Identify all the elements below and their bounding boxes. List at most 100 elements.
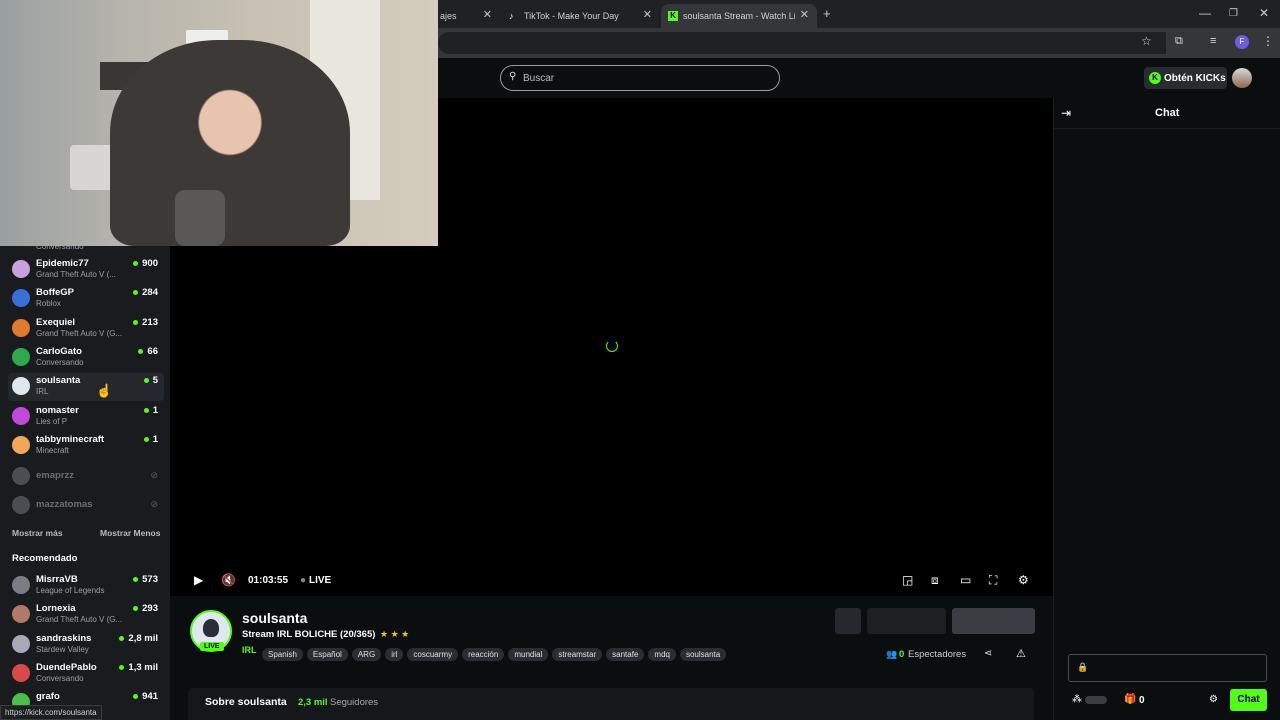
viewer-count: 573 (142, 574, 158, 585)
offline-eye-icon: ⊘ (150, 499, 158, 509)
mouse-cursor-icon: ☝ (96, 383, 113, 398)
report-warning-icon[interactable]: ⚠ (1016, 647, 1026, 660)
sidebar-channel-item[interactable]: CarloGato Conversando 66 (8, 344, 164, 372)
tag-chip[interactable]: reacción (462, 648, 505, 661)
browser-tab-tiktok[interactable]: ♪ TikTok - Make Your Day ✕ (502, 4, 660, 28)
browser-tab[interactable]: ajes ✕ (438, 4, 500, 28)
sidebar-channel-item[interactable]: Epidemic77 Grand Theft Auto V (... 900 (8, 256, 164, 284)
channel-avatar (12, 377, 30, 396)
restore-icon[interactable]: ❐ (1229, 8, 1238, 19)
tag-chip[interactable]: mundial (508, 648, 549, 661)
offline-channel-item[interactable]: mazzatomas ⊘ (8, 492, 164, 520)
channel-category: Grand Theft Auto V (G... (36, 615, 123, 625)
close-tab-icon[interactable]: ✕ (483, 8, 492, 21)
search-box[interactable]: ⚲ (500, 65, 780, 91)
close-tab-icon[interactable]: ✕ (643, 8, 652, 21)
url-field[interactable] (438, 32, 1166, 54)
browser-tab-kick[interactable]: K soulsanta Stream - Watch Live o ✕ (661, 4, 817, 28)
sidebar-channel-item[interactable]: MisrraVB League of Legends 573 (8, 572, 164, 600)
live-dot-icon (133, 694, 139, 700)
collapse-chat-icon[interactable]: ⇥ (1061, 106, 1071, 120)
new-tab-button[interactable]: + (823, 6, 831, 21)
close-tab-icon[interactable]: ✕ (800, 8, 809, 21)
gift-count: 0 (1139, 695, 1145, 706)
channel-avatar (12, 496, 30, 514)
browser-menu-icon[interactable]: ⋮ (1262, 34, 1274, 48)
sidebar-channel-item[interactable]: nomaster Lies of P 1 (8, 403, 164, 431)
user-avatar[interactable] (1232, 68, 1252, 88)
sidebar-channel-item[interactable]: tabbyminecraft Minecraft 1 (8, 432, 164, 460)
bookmark-star-icon[interactable]: ☆ (1141, 34, 1152, 48)
mini-player-icon[interactable]: ◲ (902, 573, 913, 587)
channel-category: Grand Theft Auto V (... (36, 270, 116, 279)
status-url-bar: https://kick.com/soulsanta (0, 705, 102, 720)
settings-gear-icon[interactable]: ⚙ (1018, 573, 1029, 587)
channel-category: Conversando (36, 673, 84, 683)
live-dot-icon (138, 348, 144, 354)
tag-chip[interactable]: soulsanta (679, 648, 727, 661)
offline-channel-item[interactable]: emaprzz ⊘ (8, 463, 164, 491)
tab-label: TikTok - Make Your Day (524, 11, 619, 21)
play-icon[interactable]: ▶ (194, 573, 203, 587)
tag-chip[interactable]: coscuarmy (407, 648, 459, 661)
points-toggle[interactable] (1085, 696, 1107, 704)
about-title: Sobre soulsanta (205, 696, 287, 708)
channel-category: Minecraft (36, 445, 69, 455)
tag-chip[interactable]: ARG (351, 648, 382, 661)
stars-rating: ★ ★ ★ (380, 629, 410, 639)
sidebar-channel-item[interactable]: Lornexia Grand Theft Auto V (G... 293 (8, 601, 164, 629)
viewer-count: 66 (147, 345, 158, 357)
viewer-count: 1 (152, 404, 158, 416)
channel-name: Lornexia (36, 603, 76, 615)
live-dot-icon (119, 635, 125, 641)
viewer-count: 2,8 mil (128, 632, 158, 644)
show-less-button[interactable]: Mostrar Menos (100, 528, 160, 538)
avatar-figure (203, 619, 219, 637)
profile-avatar[interactable]: F (1235, 35, 1249, 49)
sidebar-channel-item[interactable]: DuendePablo Conversando 1,3 mil (8, 660, 164, 688)
sidebar-channel-item[interactable]: soulsanta IRL 5 (8, 373, 164, 402)
tag-chip[interactable]: santafe (606, 648, 645, 661)
follow-placeholder-button[interactable] (952, 608, 1035, 634)
divider (1054, 128, 1280, 129)
lock-icon: 🔒 (1077, 662, 1089, 672)
show-more-button[interactable]: Mostrar más (12, 528, 63, 538)
close-window-icon[interactable]: ✕ (1259, 6, 1269, 20)
extensions-icon[interactable]: ⧉ (1175, 35, 1183, 48)
channel-name[interactable]: soulsanta (242, 610, 307, 626)
clip-icon[interactable]: ⧈ (931, 573, 939, 588)
theater-mode-icon[interactable]: ▭ (960, 573, 971, 587)
fullscreen-icon[interactable]: ⛶ (989, 573, 997, 588)
placeholder-button[interactable] (835, 608, 861, 634)
live-indicator[interactable]: LIVE (309, 575, 331, 586)
get-kicks-button[interactable]: K Obtén KICKs (1144, 67, 1227, 89)
tag-chip[interactable]: Español (306, 648, 348, 661)
sidebar-channel-item[interactable]: sandraskins Stardew Valley 2,8 mil (8, 631, 164, 659)
chat-settings-gear-icon[interactable]: ⚙ (1209, 694, 1218, 705)
tag-chip[interactable]: streamstar (552, 648, 603, 661)
minimize-icon[interactable]: — (1199, 6, 1211, 20)
share-icon[interactable]: ⋖ (984, 648, 992, 659)
tag-chip[interactable]: mdq (648, 648, 676, 661)
channel-avatar (12, 435, 30, 454)
search-input[interactable] (523, 70, 763, 86)
category-link[interactable]: IRL (242, 645, 257, 655)
viewer-count: 1,3 mil (128, 661, 158, 673)
gift-icon[interactable]: 🎁 (1124, 694, 1136, 705)
live-dot-icon (143, 436, 149, 442)
chat-input[interactable]: 🔒 (1068, 654, 1267, 682)
muted-volume-icon[interactable]: 🔇 (221, 573, 236, 587)
kicks-icon: K (1149, 72, 1161, 84)
sidebar-channel-item[interactable]: Exequiel Grand Theft Auto V (G... 213 (8, 315, 164, 343)
get-kicks-label: Obtén KICKs (1164, 72, 1226, 84)
placeholder-button[interactable] (867, 608, 946, 634)
media-control-icon[interactable]: ≡ (1210, 35, 1216, 47)
send-chat-button[interactable]: Chat (1230, 689, 1267, 711)
tiktok-icon: ♪ (509, 11, 514, 21)
channel-name: Epidemic77 (36, 258, 89, 269)
live-dot-icon (133, 606, 139, 612)
channel-name: emaprzz (36, 470, 75, 481)
tag-chip[interactable]: irl (385, 648, 404, 661)
sidebar-channel-item[interactable]: BoffeGP Roblox 284 (8, 285, 164, 313)
tag-chip[interactable]: Spanish (262, 648, 303, 661)
